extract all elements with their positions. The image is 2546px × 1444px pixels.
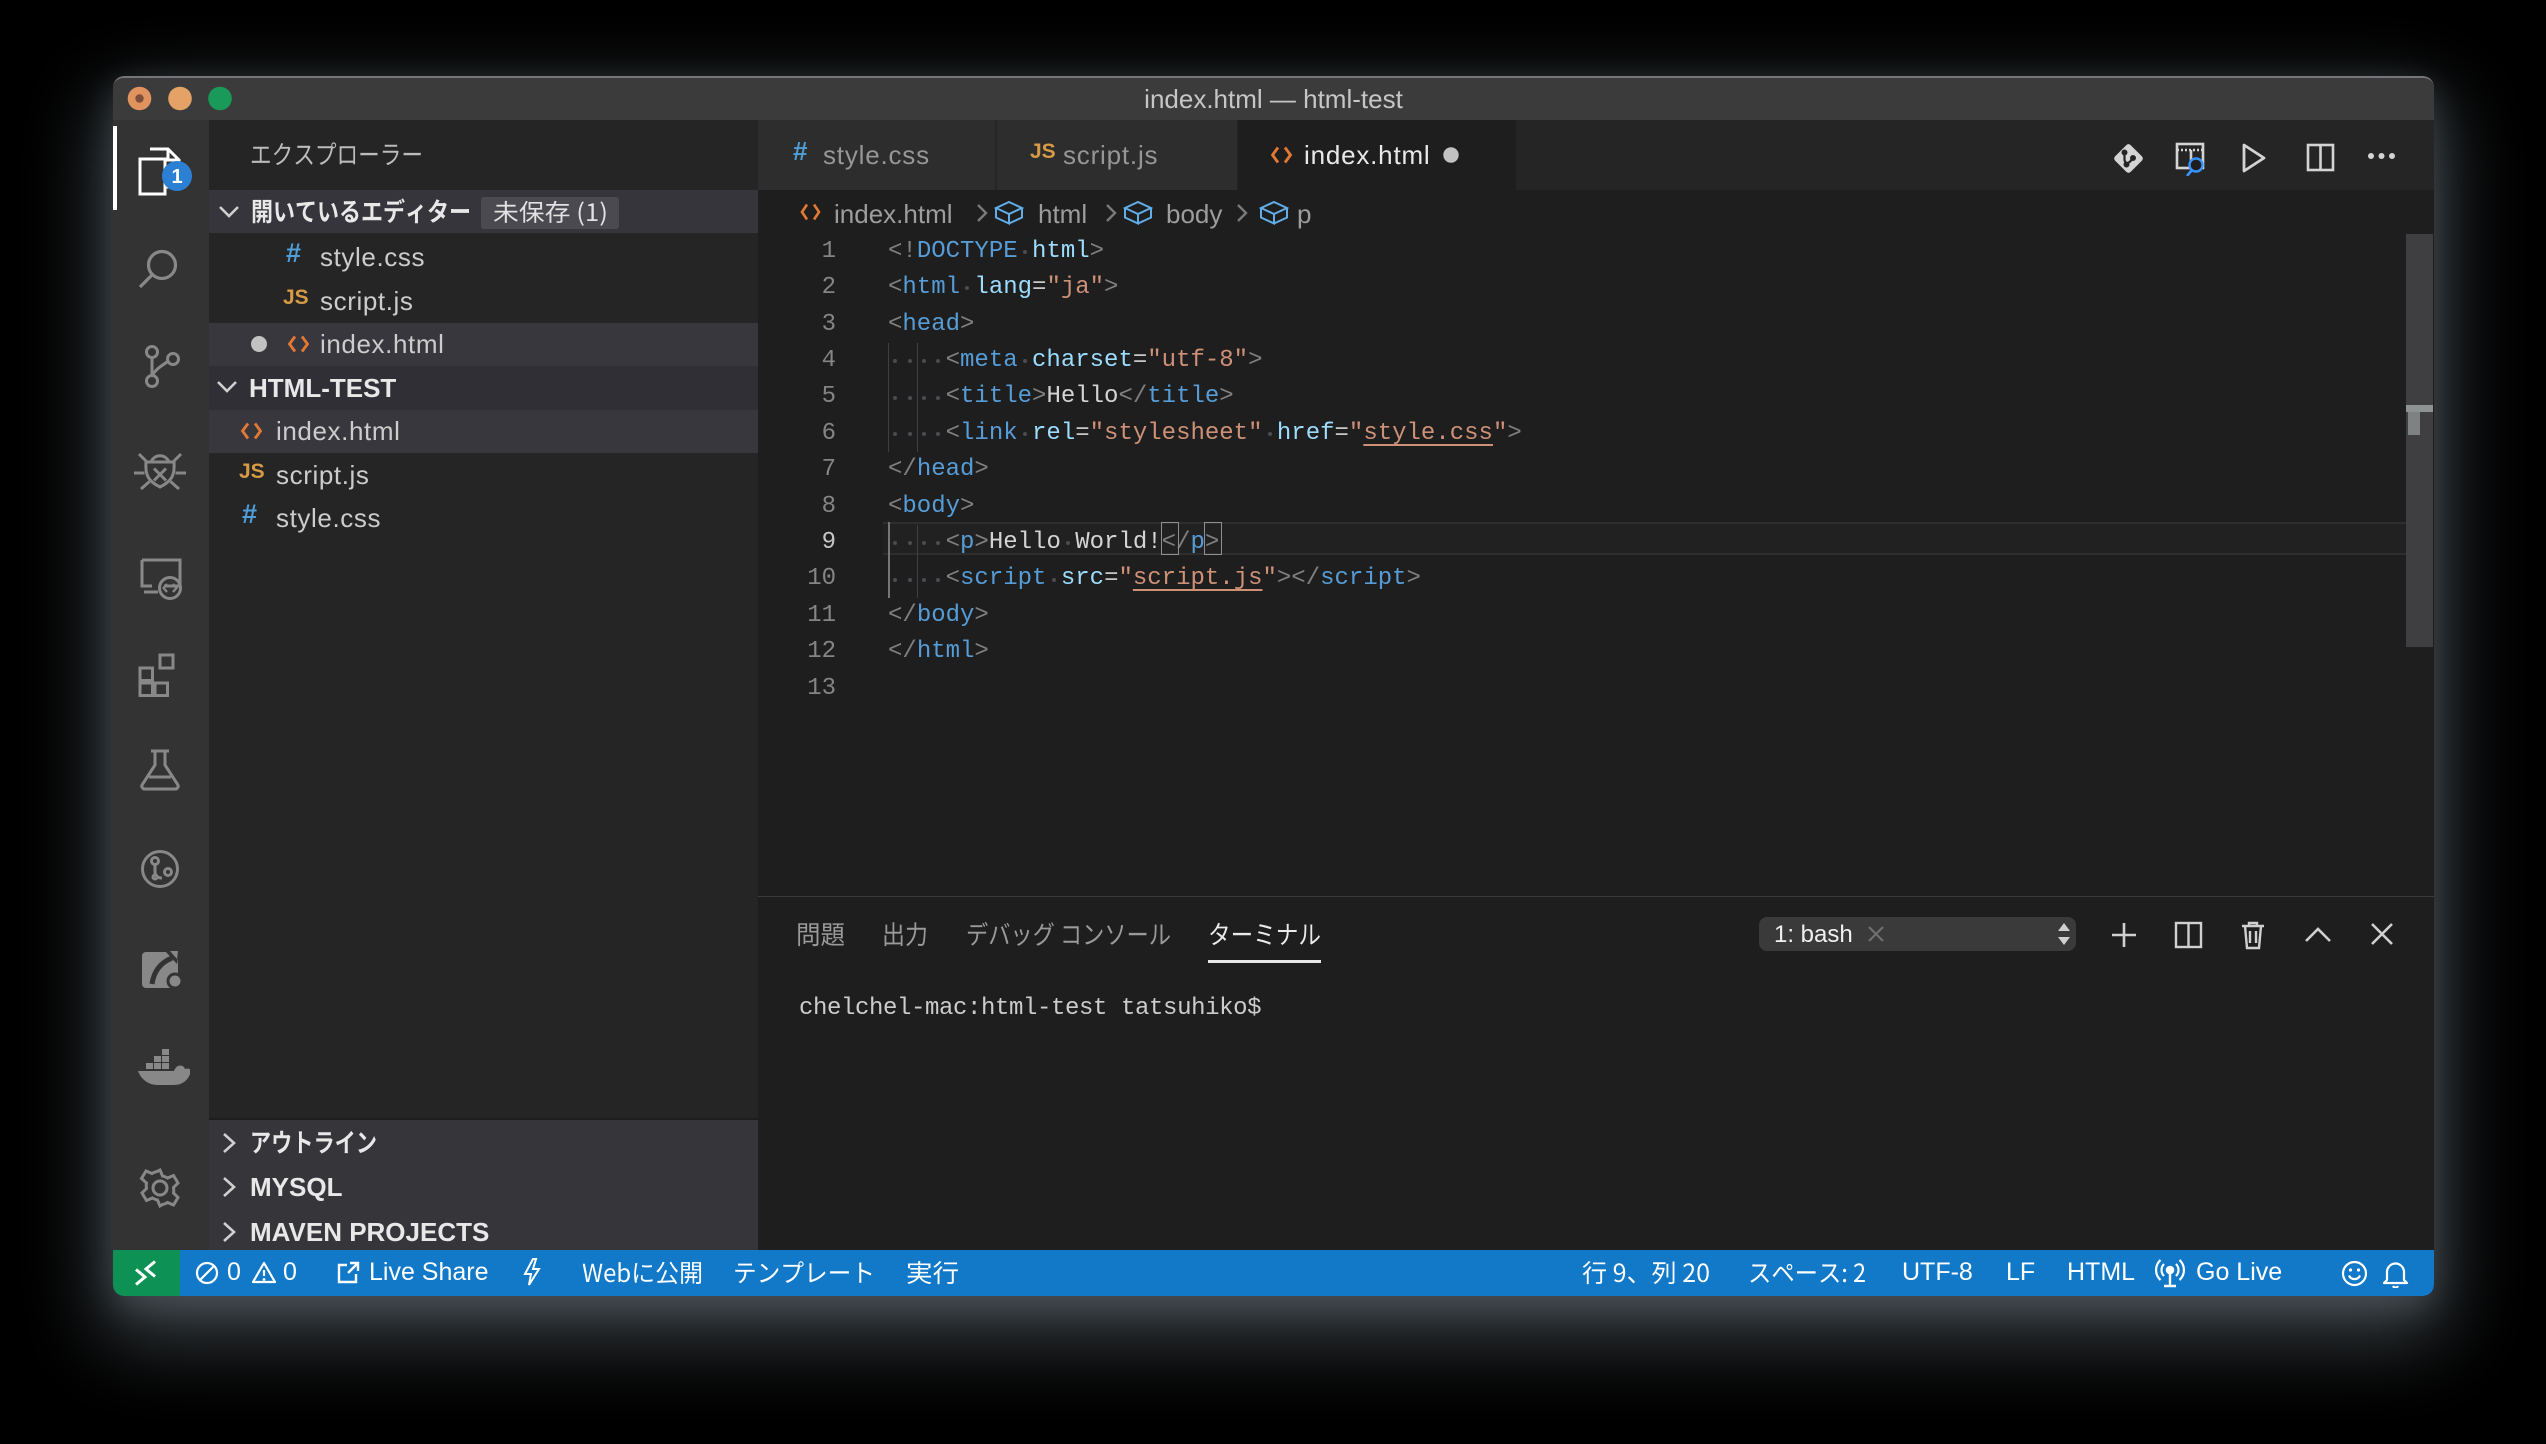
svg-text:1: 1 xyxy=(171,166,182,188)
